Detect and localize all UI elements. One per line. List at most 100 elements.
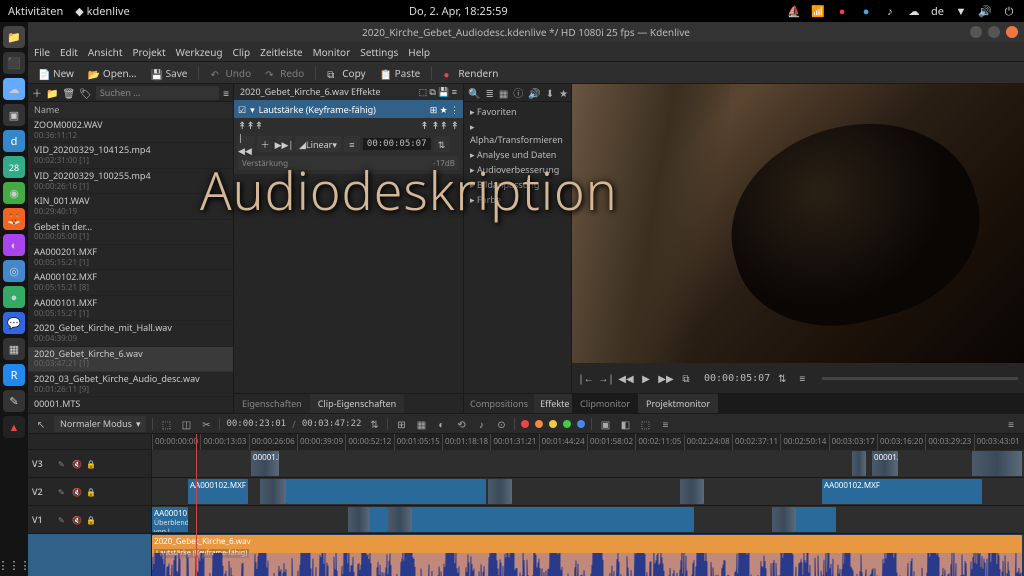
bin-search-input[interactable]: Suchen … bbox=[96, 86, 219, 100]
tray-icon[interactable]: ● bbox=[859, 4, 873, 18]
tab-effects[interactable]: Effekte bbox=[534, 394, 575, 413]
play-button[interactable]: ▶ bbox=[638, 370, 654, 386]
menu-view[interactable]: Ansicht bbox=[88, 45, 123, 59]
track-head-v2[interactable]: V2✎🔇🔒 bbox=[28, 478, 151, 506]
playhead[interactable] bbox=[196, 434, 197, 576]
menu-timeline[interactable]: Zeitleiste bbox=[260, 45, 302, 59]
monitor-menu-button[interactable]: ≡ bbox=[794, 370, 810, 386]
power-icon[interactable]: ⏻ bbox=[1002, 4, 1016, 18]
video-clip[interactable] bbox=[412, 507, 694, 532]
undo-button[interactable]: ↶Undo bbox=[204, 64, 257, 82]
dock-app-icon[interactable]: ▲ bbox=[3, 416, 25, 438]
kf-add-button[interactable]: ＋ bbox=[257, 136, 273, 152]
track-head-v1[interactable]: V1✎🔇🔒 bbox=[28, 506, 151, 534]
tab-properties[interactable]: Eigenschaften bbox=[234, 394, 310, 413]
video-clip[interactable] bbox=[260, 479, 286, 504]
video-clip[interactable]: AA000102.MXF bbox=[822, 479, 982, 504]
new-button[interactable]: 📄New bbox=[32, 64, 80, 82]
monitor-seek-bar[interactable] bbox=[822, 377, 1018, 380]
edit-icon[interactable]: ✎ bbox=[58, 515, 68, 525]
tl-icon-button[interactable]: ⊙ bbox=[494, 417, 508, 431]
edit-icon[interactable]: ✎ bbox=[58, 487, 68, 497]
tab-project-monitor[interactable]: Projektmonitor bbox=[638, 394, 718, 413]
paste-button[interactable]: 📋Paste bbox=[374, 64, 427, 82]
tl-icon-button[interactable]: ◧ bbox=[618, 417, 632, 431]
tl-stepper[interactable]: ⇅ bbox=[367, 417, 381, 431]
close-button[interactable] bbox=[1006, 26, 1018, 38]
video-clip[interactable]: 00001.MTS bbox=[872, 451, 898, 476]
color-tag[interactable] bbox=[577, 420, 585, 428]
track-a1[interactable]: 2020_Gebet_Kirche_6.wav Lautstärke (Keyf… bbox=[152, 534, 1024, 576]
tl-icon-button[interactable]: ⊞ bbox=[394, 417, 408, 431]
color-tag[interactable] bbox=[535, 420, 543, 428]
video-clip[interactable] bbox=[972, 451, 1022, 476]
bin-item[interactable]: 00001.MTS bbox=[28, 397, 233, 413]
tl-icon-button[interactable]: ♪ bbox=[474, 417, 488, 431]
video-clip[interactable] bbox=[488, 479, 512, 504]
dock-app-icon[interactable]: d bbox=[3, 130, 25, 152]
save-button[interactable]: 💾Save bbox=[145, 64, 194, 82]
dock-chrome-icon[interactable]: ◎ bbox=[3, 260, 25, 282]
tl-tool-button[interactable]: ◫ bbox=[179, 417, 193, 431]
tab-clip-monitor[interactable]: Clipmonitor bbox=[572, 394, 638, 413]
mute-icon[interactable]: 🔇 bbox=[72, 487, 82, 497]
tl-icon-button[interactable]: ▣ bbox=[598, 417, 612, 431]
minimize-button[interactable] bbox=[970, 26, 982, 38]
mute-icon[interactable]: 🔇 bbox=[72, 515, 82, 525]
effect-category[interactable]: ▸ Favoriten bbox=[464, 104, 571, 119]
menu-monitor[interactable]: Monitor bbox=[313, 45, 351, 59]
audio-clip[interactable]: 2020_Gebet_Kirche_6.wav Lautstärke (Keyf… bbox=[152, 535, 1022, 576]
tray-icon[interactable]: ⛵ bbox=[787, 4, 801, 18]
effect-category[interactable]: ▸ Farbe bbox=[464, 192, 571, 207]
video-clip[interactable] bbox=[348, 507, 370, 532]
tl-tool-button[interactable]: ⬚ bbox=[159, 417, 173, 431]
monitor-options-button[interactable]: ⧉ bbox=[678, 370, 694, 386]
menu-settings[interactable]: Settings bbox=[360, 45, 398, 59]
kf-stepper[interactable]: ⇅ bbox=[434, 136, 450, 152]
zone-out-button[interactable]: →| bbox=[598, 370, 614, 386]
menu-help[interactable]: Help bbox=[408, 45, 430, 59]
dock-app-icon[interactable]: ☁ bbox=[3, 78, 25, 100]
video-clip[interactable] bbox=[796, 507, 836, 532]
tl-icon-button[interactable]: ◐ bbox=[434, 417, 448, 431]
effect-category[interactable]: ▸ Audioverbesserung bbox=[464, 162, 571, 177]
color-tag[interactable] bbox=[549, 420, 557, 428]
grid-icon[interactable]: ▦ bbox=[499, 86, 508, 100]
kf-interp-button[interactable]: ◢ Linear ▾ bbox=[295, 136, 341, 152]
gain-slider[interactable]: Verstärkung -17dB bbox=[238, 156, 459, 170]
dock-app-icon[interactable]: ◐ bbox=[3, 234, 25, 256]
effect-tools[interactable]: ⊞ ★ ⋮ bbox=[430, 103, 459, 116]
bin-folder-button[interactable]: 📁 bbox=[46, 86, 58, 100]
track-head-v3[interactable]: V3✎🔇🔒 bbox=[28, 450, 151, 478]
keyframe-ruler[interactable]: ↟↟↟↟ ↟↟ ↟ bbox=[234, 118, 463, 132]
lang-indicator[interactable]: de bbox=[931, 4, 944, 19]
dock-app-icon[interactable]: R bbox=[3, 364, 25, 386]
wifi-icon[interactable]: 📶 bbox=[811, 4, 825, 18]
kf-first-button[interactable]: |◀◀ bbox=[238, 136, 254, 152]
track-v3[interactable]: 00001.MTS 00001.MTS bbox=[152, 450, 1024, 478]
lock-icon[interactable]: 🔒 bbox=[86, 459, 96, 469]
bin-item[interactable]: 2020_Gebet_Kirche_6.wav00:03:47:21 [1] bbox=[28, 347, 233, 372]
lock-icon[interactable]: 🔒 bbox=[86, 487, 96, 497]
effect-header[interactable]: ☑ ▾ Lautstärke (Keyframe-fähig) ⊞ ★ ⋮ bbox=[234, 100, 463, 118]
cut-tool-button[interactable]: ✂ bbox=[199, 417, 213, 431]
video-clip[interactable]: AA000102.MXF bbox=[188, 479, 248, 504]
dock-app-icon[interactable]: ▦ bbox=[3, 338, 25, 360]
video-clip[interactable] bbox=[370, 507, 388, 532]
zone-in-button[interactable]: |← bbox=[578, 370, 594, 386]
effect-enable-checkbox[interactable]: ☑ bbox=[238, 103, 246, 116]
video-clip[interactable]: 00001.MTS bbox=[251, 451, 279, 476]
bin-item[interactable]: AA000102.MXF00:05:15:21 [8] bbox=[28, 270, 233, 295]
dock-app-icon[interactable]: 💬 bbox=[3, 312, 25, 334]
bin-column-header[interactable]: Name bbox=[28, 102, 233, 118]
system-clock[interactable]: Do, 2. Apr, 18:25:59 bbox=[130, 4, 787, 19]
edit-mode-dropdown[interactable]: Normaler Modus ▾ bbox=[54, 416, 146, 432]
search-icon[interactable]: 🔍 bbox=[468, 86, 480, 100]
dock-app-icon[interactable]: ▣ bbox=[3, 104, 25, 126]
bin-item[interactable]: KIN_001.WAV00:29:40:19 bbox=[28, 194, 233, 219]
color-tag[interactable] bbox=[563, 420, 571, 428]
maximize-button[interactable] bbox=[988, 26, 1000, 38]
menu-project[interactable]: Projekt bbox=[132, 45, 165, 59]
track-v1[interactable]: AA000101.MXFÜberblendung von l bbox=[152, 506, 1024, 534]
video-clip[interactable] bbox=[852, 451, 866, 476]
